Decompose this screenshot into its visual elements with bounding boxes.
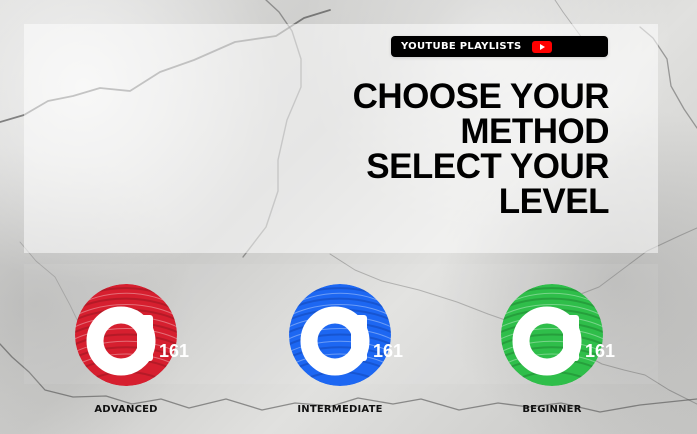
- level-label-advanced: ADVANCED: [94, 404, 158, 415]
- title-line-4: LEVEL: [498, 182, 610, 221]
- youtube-playlists-label: YOUTUBE PLAYLISTS: [401, 41, 522, 52]
- fingerprint-a-icon: 161: [501, 284, 615, 386]
- level-label-intermediate: INTERMEDIATE: [297, 404, 383, 415]
- youtube-playlists-badge[interactable]: YOUTUBE PLAYLISTS: [391, 36, 608, 57]
- title-line-3: SELECT YOUR: [366, 147, 609, 186]
- brand-text: 161: [585, 341, 615, 361]
- title-line-2: METHOD: [460, 112, 609, 151]
- level-card-beginner[interactable]: 161 BEGINNER: [467, 283, 637, 423]
- brand-text: 161: [373, 341, 403, 361]
- brand-text: 161: [159, 341, 189, 361]
- level-label-beginner: BEGINNER: [522, 404, 582, 415]
- youtube-icon: [531, 40, 552, 53]
- title-line-1: CHOOSE YOUR: [352, 77, 610, 116]
- level-card-advanced[interactable]: 161 ADVANCED: [41, 283, 211, 423]
- page-title: CHOOSE YOUR METHOD SELECT YOUR LEVEL: [289, 77, 610, 221]
- fingerprint-a-icon: 161: [289, 284, 403, 386]
- fingerprint-a-icon: 161: [75, 284, 189, 386]
- level-card-intermediate[interactable]: 161 INTERMEDIATE: [255, 283, 425, 423]
